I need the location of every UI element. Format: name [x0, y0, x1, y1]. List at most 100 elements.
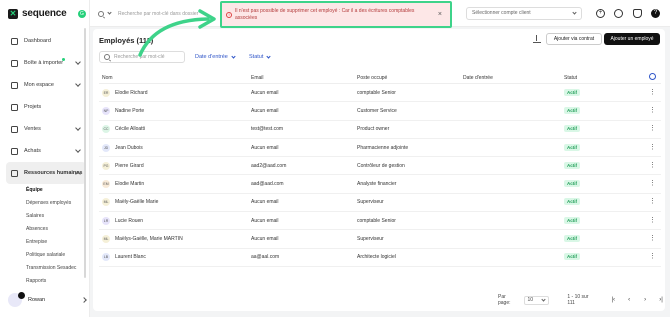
sidebar-subitem-entreprise[interactable]: Entrepise [26, 236, 86, 249]
cell-email: test@test.com [251, 126, 284, 133]
table-row[interactable]: EM Elodie Martin aad@aad.com Analyste finan… [99, 175, 661, 194]
row-menu[interactable]: ⋮ [644, 144, 661, 151]
row-menu[interactable]: ⋮ [644, 253, 661, 260]
sidebar-subitem-rapports[interactable]: Rapports [26, 275, 86, 288]
cell-email: Aucun email [251, 107, 279, 114]
sidebar-item-inbox[interactable]: Boîte à importer [6, 52, 86, 74]
cell-statut: Actif [564, 253, 644, 261]
status-badge: Actif [564, 253, 580, 261]
cell-poste: Customer Service [357, 107, 397, 114]
sidebar-subitem-politique[interactable]: Politique salariale [26, 249, 86, 262]
column-header-poste[interactable]: Poste occupé [357, 75, 463, 81]
user-menu[interactable]: Rowan [8, 292, 87, 307]
row-menu[interactable]: ⋮ [644, 88, 661, 96]
table-row[interactable]: JD Jean Dubois Aucun email Pharmacienne adj… [99, 139, 661, 158]
add-icon[interactable]: + [596, 9, 605, 18]
sidebar-subitem-depenses[interactable]: Dépenses employés [26, 197, 86, 210]
table-body: ER Elodie Richard Aucun email comptable Sen… [99, 84, 661, 267]
filter-statut[interactable]: Statut [249, 53, 271, 60]
sidebar-item-ventes[interactable]: Ventes [6, 118, 86, 140]
employee-name: Elodie Richard [115, 89, 148, 96]
prev-page-icon[interactable]: ‹ [625, 297, 633, 303]
employee-search-input[interactable]: Recherche par mot-clé [99, 51, 185, 63]
column-header-email[interactable]: Email [251, 75, 357, 81]
table-row[interactable]: LR Lucie Rouen Aucun email comptable Senior… [99, 212, 661, 231]
table-row[interactable]: CC Cécile Alloatti test@test.com Product ow… [99, 121, 661, 139]
kebab-menu-icon: ⋮ [649, 125, 656, 133]
employee-name: Lucie Rouen [115, 217, 144, 224]
row-menu[interactable]: ⋮ [644, 125, 661, 133]
cell-email: Aucun email [251, 236, 279, 243]
chevron-down-icon [572, 10, 577, 15]
sidebar-subitem-transmission[interactable]: Transmission Sesadec [26, 262, 86, 275]
clock-icon[interactable] [614, 9, 623, 18]
per-page-select[interactable]: 10 [523, 295, 550, 305]
sidebar-item-projets[interactable]: Projets [6, 96, 86, 118]
kebab-menu-icon: ⋮ [649, 88, 656, 96]
sidebar-subitem-absences[interactable]: Absences [26, 223, 86, 236]
add-via-contract-button[interactable]: Ajouter via contrat [546, 33, 602, 45]
error-icon: ! [226, 12, 232, 18]
table-row[interactable]: ML Maëlys-Gaëlle, Marie MARTIN Aucun email… [99, 230, 661, 249]
employee-name: Cécile Alloatti [115, 126, 146, 133]
sidebar-subitem-salaires[interactable]: Salaires [26, 210, 86, 223]
kebab-menu-icon: ⋮ [649, 106, 656, 114]
row-menu[interactable]: ⋮ [644, 106, 661, 114]
table-row[interactable]: PG Pierre Girard aad2@aad.com Contrôleur de… [99, 157, 661, 176]
filter-label: Statut [249, 54, 264, 60]
table-row[interactable]: LB Laurent Blanc aa@aal.com Architecte logi… [99, 249, 661, 267]
kebab-menu-icon: ⋮ [649, 180, 656, 188]
row-menu[interactable]: ⋮ [644, 235, 661, 242]
last-page-icon[interactable]: ›| [657, 297, 665, 303]
row-menu[interactable]: ⋮ [644, 161, 661, 169]
status-badge: Actif [564, 88, 580, 96]
cell-statut: Actif [564, 180, 644, 188]
avatar: JD [102, 143, 110, 152]
kebab-menu-icon: ⋮ [649, 161, 656, 169]
add-employee-button[interactable]: Ajouter un employé [604, 33, 660, 45]
row-menu[interactable]: ⋮ [644, 217, 661, 224]
table-row[interactable]: ML Maëly-Gaëlle Marie Aucun email Supervise… [99, 194, 661, 213]
column-header-date[interactable]: Date d'entrée [463, 75, 564, 81]
sidebar-scrollbar[interactable] [84, 28, 86, 278]
sidebar-item-rh[interactable]: Ressources humaines [6, 162, 86, 184]
cell-email: Aucun email [251, 89, 279, 96]
chevron-down-icon [75, 147, 81, 153]
people-icon [11, 169, 18, 177]
filter-date-entree[interactable]: Date d'entrée [195, 53, 236, 60]
avatar: ML [102, 235, 110, 244]
status-badge: Actif [564, 161, 580, 169]
sidebar-item-mon-espace[interactable]: Mon espace [6, 74, 86, 96]
cell-statut: Actif [564, 106, 644, 114]
sidebar-item-dashboard[interactable]: Dashboard [6, 30, 86, 52]
per-page-label: Par page: [498, 294, 511, 306]
help-icon[interactable]: ? [651, 9, 660, 18]
logo[interactable]: ✕ sequence G [8, 7, 86, 20]
sidebar-item-label: Dashboard [24, 38, 51, 44]
org-badge[interactable]: G [78, 9, 86, 18]
sidebar-item-label: Mon espace [24, 82, 54, 88]
column-header-nom[interactable]: Nom [99, 75, 251, 81]
download-icon[interactable] [533, 35, 541, 43]
global-search[interactable]: Recherche par mot-clé dans dossier [98, 8, 208, 19]
cell-email: Aucun email [251, 217, 279, 224]
chevron-down-icon [266, 53, 271, 59]
first-page-icon[interactable]: |‹ [609, 297, 617, 303]
column-settings[interactable] [644, 73, 661, 82]
row-menu[interactable]: ⋮ [644, 180, 661, 188]
table-row[interactable]: NP Nadine Porte Aucun email Customer Servic… [99, 102, 661, 121]
column-header-statut[interactable]: Statut [564, 75, 644, 81]
sidebar-item-label: Projets [24, 104, 42, 110]
app-name: sequence [22, 8, 67, 19]
sidebar-subitem-equipe[interactable]: Équipe [26, 184, 86, 197]
kebab-menu-icon: ⋮ [649, 198, 656, 206]
cell-name: PG Pierre Girard [99, 161, 251, 170]
next-page-icon[interactable]: › [641, 297, 649, 303]
row-menu[interactable]: ⋮ [644, 198, 661, 206]
close-icon[interactable]: × [438, 11, 442, 18]
sidebar-item-achats[interactable]: Achats [6, 140, 86, 162]
bell-icon[interactable] [633, 9, 642, 18]
company-select[interactable]: Sélectionner compte client [466, 7, 582, 20]
table-row[interactable]: ER Elodie Richard Aucun email comptable Sen… [99, 84, 661, 103]
search-placeholder: Recherche par mot-clé [114, 54, 165, 60]
